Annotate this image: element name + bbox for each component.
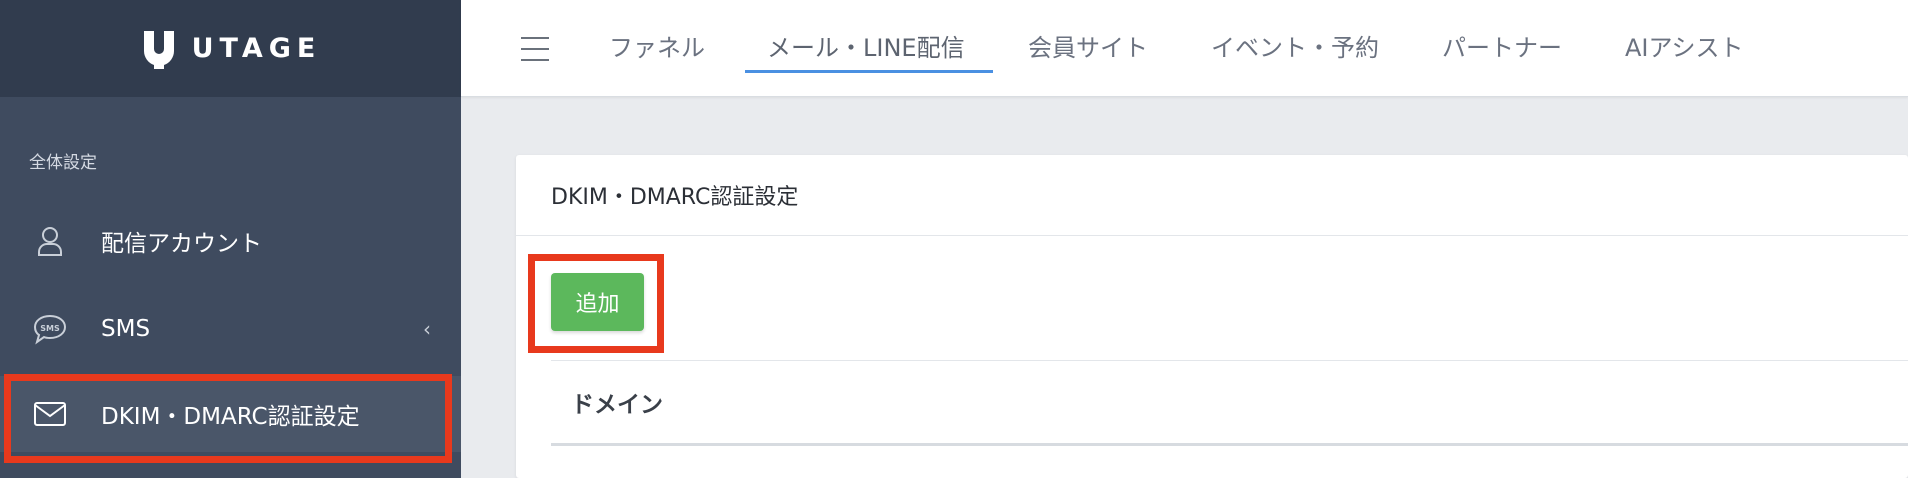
tab-event-booking[interactable]: イベント・予約 [1211, 28, 1379, 63]
sidebar-item-label: DKIM・DMARC認証設定 [101, 404, 360, 430]
svg-text:SMS: SMS [40, 324, 60, 333]
sidebar: UTAGE 全体設定 配信アカウント SMS SMS ‹ DKIM・DMARC認… [0, 0, 461, 478]
brand-name: UTAGE [191, 33, 322, 64]
tab-member-site[interactable]: 会員サイト [1028, 28, 1148, 63]
section-label: 全体設定 [29, 153, 97, 173]
divider [551, 360, 1908, 361]
user-icon [32, 223, 68, 259]
add-button[interactable]: 追加 [551, 273, 644, 331]
column-header-domain: ドメイン [571, 392, 663, 418]
sms-bubble-icon: SMS [32, 311, 68, 347]
sidebar-item-label: 配信アカウント [101, 231, 262, 257]
envelope-icon [32, 396, 68, 432]
sidebar-item-label: SMS [101, 316, 151, 342]
sidebar-item-sms[interactable]: SMS SMS ‹ [0, 291, 461, 367]
table-header-divider [551, 443, 1908, 446]
tab-mail-line[interactable]: メール・LINE配信 [767, 28, 965, 63]
active-tab-indicator [745, 70, 993, 73]
top-navbar: ファネル メール・LINE配信 会員サイト イベント・予約 パートナー AIアシ… [461, 0, 1908, 97]
hamburger-icon[interactable] [521, 37, 549, 61]
sidebar-item-account[interactable]: 配信アカウント [0, 203, 461, 279]
card-title: DKIM・DMARC認証設定 [516, 155, 1908, 236]
chevron-left-icon[interactable]: ‹ [423, 317, 431, 341]
settings-card: DKIM・DMARC認証設定 追加 ドメイン [516, 155, 1908, 478]
tab-partner[interactable]: パートナー [1442, 28, 1562, 63]
tab-ai-assist[interactable]: AIアシスト [1625, 28, 1744, 63]
brand[interactable]: UTAGE [0, 0, 461, 97]
sidebar-item-dkim-dmarc[interactable]: DKIM・DMARC認証設定 [0, 376, 461, 452]
tab-funnel[interactable]: ファネル [609, 28, 705, 63]
utage-logo-icon [143, 30, 174, 69]
